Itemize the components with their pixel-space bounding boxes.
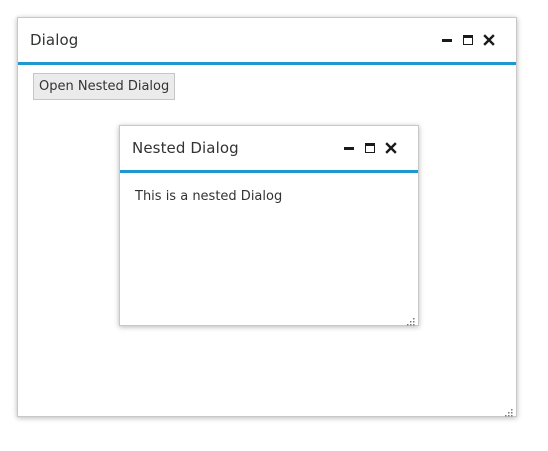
close-icon[interactable] [483,34,495,46]
resize-grip-icon[interactable] [405,312,416,326]
nested-dialog-body-text: This is a nested Dialog [135,189,283,204]
resize-grip-icon[interactable] [503,403,514,417]
maximize-icon[interactable] [462,34,474,46]
main-dialog-header[interactable]: Dialog [18,18,516,65]
nested-dialog-content: This is a nested Dialog [120,173,418,204]
nested-dialog-header[interactable]: Nested Dialog [120,126,418,173]
maximize-icon[interactable] [364,142,376,154]
nested-dialog-controls [334,126,397,170]
minimize-icon[interactable] [343,142,355,154]
close-icon[interactable] [385,142,397,154]
nested-dialog: Nested Dialog This is a nested Dialog [119,125,419,326]
main-dialog-controls [432,18,495,62]
nested-dialog-title: Nested Dialog [132,139,239,157]
main-dialog-content: Open Nested Dialog [18,65,516,100]
main-dialog-title: Dialog [30,31,79,49]
minimize-icon[interactable] [441,34,453,46]
open-nested-dialog-button[interactable]: Open Nested Dialog [33,73,176,100]
